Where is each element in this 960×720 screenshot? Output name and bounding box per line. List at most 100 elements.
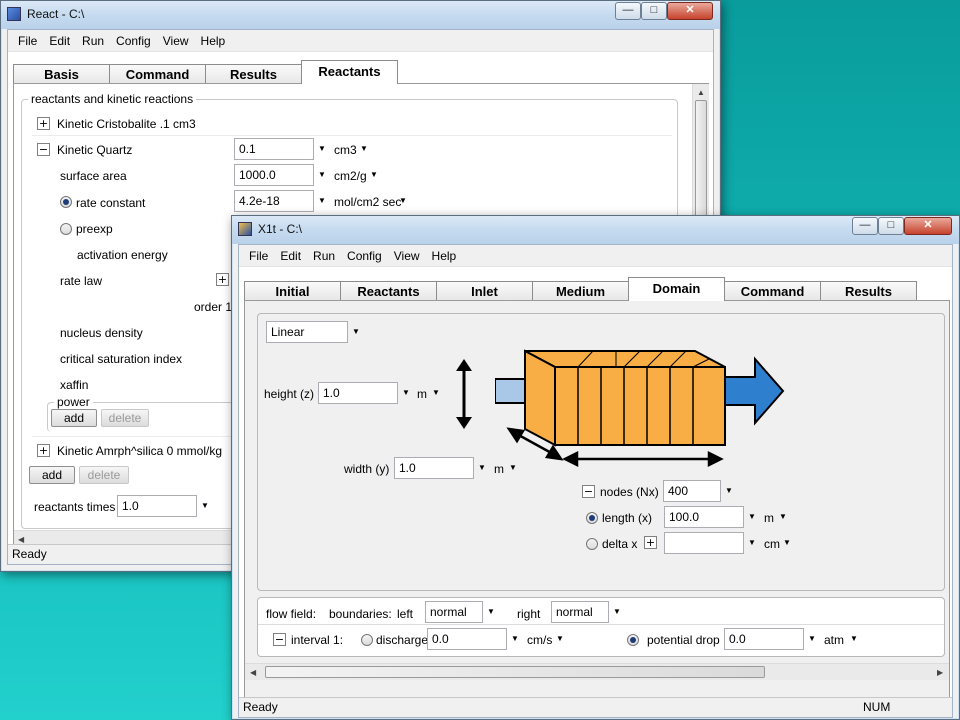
menu-file[interactable]: File [243, 249, 274, 263]
surface-area-unit[interactable]: cm2/g [334, 169, 367, 183]
x1t-title-bar[interactable]: X1t - C:\ — □ ✕ [232, 216, 959, 244]
discharge-radio[interactable] [361, 634, 373, 646]
length-radio[interactable] [586, 512, 598, 524]
maximize-icon[interactable]: □ [878, 217, 904, 235]
chevron-down-icon[interactable]: ▼ [398, 196, 408, 206]
discharge-field[interactable]: 0.0 [427, 628, 507, 650]
chevron-down-icon[interactable]: ▼ [431, 388, 441, 398]
tab-domain[interactable]: Domain [628, 277, 725, 301]
minimize-icon[interactable]: — [852, 217, 878, 235]
collapse-nodes-icon[interactable]: − [582, 485, 595, 498]
chevron-down-icon[interactable]: ▼ [359, 144, 369, 154]
scroll-up-icon[interactable]: ▲ [697, 88, 705, 97]
reactants-times-field[interactable]: 1.0 [117, 495, 197, 517]
menu-edit[interactable]: Edit [274, 249, 307, 263]
potential-drop-unit[interactable]: atm [824, 633, 844, 647]
height-field[interactable]: 1.0 [318, 382, 398, 404]
menu-edit[interactable]: Edit [43, 34, 76, 48]
delta-x-field[interactable] [664, 532, 744, 554]
delta-x-radio[interactable] [586, 538, 598, 550]
collapse-interval-icon[interactable]: − [273, 633, 286, 646]
expand-amrph-silica-icon[interactable]: + [37, 444, 50, 457]
tab-medium[interactable]: Medium [532, 281, 629, 301]
react-title-bar[interactable]: React - C:\ — □ ✕ [1, 1, 720, 29]
reactant-amrph-silica[interactable]: Kinetic Amrph^silica 0 mmol/kg [57, 444, 222, 458]
rate-constant-field[interactable]: 4.2e-18 [234, 190, 314, 212]
menu-config[interactable]: Config [110, 34, 157, 48]
reactant-cristobalite[interactable]: Kinetic Cristobalite .1 cm3 [57, 117, 196, 131]
quartz-amount-unit[interactable]: cm3 [334, 143, 357, 157]
potential-drop-radio[interactable] [627, 634, 639, 646]
tab-command[interactable]: Command [724, 281, 821, 301]
reactant-delete-button[interactable]: delete [79, 466, 129, 484]
expand-cristobalite-icon[interactable]: + [37, 117, 50, 130]
chevron-down-icon[interactable]: ▼ [510, 634, 520, 644]
width-field[interactable]: 1.0 [394, 457, 474, 479]
chevron-down-icon[interactable]: ▼ [317, 196, 327, 206]
rate-constant-unit[interactable]: mol/cm2 sec [334, 195, 401, 209]
chevron-down-icon[interactable]: ▼ [486, 607, 496, 617]
tab-inlet[interactable]: Inlet [436, 281, 533, 301]
chevron-down-icon[interactable]: ▼ [782, 538, 792, 548]
tab-results[interactable]: Results [205, 64, 302, 84]
scroll-left-icon[interactable]: ◀ [18, 535, 24, 544]
menu-file[interactable]: File [12, 34, 43, 48]
menu-help[interactable]: Help [426, 249, 463, 263]
tab-basis[interactable]: Basis [13, 64, 110, 84]
chevron-down-icon[interactable]: ▼ [778, 512, 788, 522]
tab-results[interactable]: Results [820, 281, 917, 301]
scroll-right-icon[interactable]: ▶ [937, 668, 943, 677]
tab-reactants[interactable]: Reactants [301, 60, 398, 84]
power-add-button[interactable]: add [51, 409, 97, 427]
menu-config[interactable]: Config [341, 249, 388, 263]
menu-view[interactable]: View [157, 34, 195, 48]
menu-run[interactable]: Run [307, 249, 341, 263]
length-unit[interactable]: m [764, 511, 774, 525]
chevron-down-icon[interactable]: ▼ [612, 607, 622, 617]
close-icon[interactable]: ✕ [667, 2, 713, 20]
chevron-down-icon[interactable]: ▼ [369, 170, 379, 180]
collapse-quartz-icon[interactable]: − [37, 143, 50, 156]
left-boundary-select[interactable]: normal [425, 601, 483, 623]
discharge-unit[interactable]: cm/s [527, 633, 552, 647]
right-boundary-select[interactable]: normal [551, 601, 609, 623]
chevron-down-icon[interactable]: ▼ [508, 463, 518, 473]
expand-delta-x-icon[interactable]: + [644, 536, 657, 549]
expand-rate-law-icon[interactable]: + [216, 273, 229, 286]
chevron-down-icon[interactable]: ▼ [401, 388, 411, 398]
chevron-down-icon[interactable]: ▼ [317, 144, 327, 154]
minimize-icon[interactable]: — [615, 2, 641, 20]
tab-command[interactable]: Command [109, 64, 206, 84]
potential-drop-field[interactable]: 0.0 [724, 628, 804, 650]
height-unit[interactable]: m [417, 387, 427, 401]
chevron-down-icon[interactable]: ▼ [317, 170, 327, 180]
menu-run[interactable]: Run [76, 34, 110, 48]
tab-initial[interactable]: Initial [244, 281, 341, 301]
power-delete-button[interactable]: delete [101, 409, 149, 427]
tab-reactants[interactable]: Reactants [340, 281, 437, 301]
length-field[interactable]: 100.0 [664, 506, 744, 528]
delta-x-unit[interactable]: cm [764, 537, 780, 551]
menu-view[interactable]: View [388, 249, 426, 263]
chevron-down-icon[interactable]: ▼ [849, 634, 859, 644]
chevron-down-icon[interactable]: ▼ [807, 634, 817, 644]
maximize-icon[interactable]: □ [641, 2, 667, 20]
scroll-thumb[interactable] [265, 666, 765, 678]
chevron-down-icon[interactable]: ▼ [747, 538, 757, 548]
chevron-down-icon[interactable]: ▼ [200, 501, 210, 511]
chevron-down-icon[interactable]: ▼ [747, 512, 757, 522]
surface-area-field[interactable]: 1000.0 [234, 164, 314, 186]
width-unit[interactable]: m [494, 462, 504, 476]
chevron-down-icon[interactable]: ▼ [555, 634, 565, 644]
nodes-field[interactable]: 400 [663, 480, 721, 502]
reactant-quartz[interactable]: Kinetic Quartz [57, 143, 132, 157]
x1t-horizontal-scrollbar[interactable]: ◀ ▶ [245, 663, 949, 680]
chevron-down-icon[interactable]: ▼ [477, 463, 487, 473]
reactant-add-button[interactable]: add [29, 466, 75, 484]
rate-constant-radio[interactable] [60, 196, 72, 208]
chevron-down-icon[interactable]: ▼ [351, 327, 361, 337]
geometry-select[interactable]: Linear [266, 321, 348, 343]
quartz-amount-field[interactable]: 0.1 [234, 138, 314, 160]
menu-help[interactable]: Help [195, 34, 232, 48]
scroll-left-icon[interactable]: ◀ [250, 668, 256, 677]
